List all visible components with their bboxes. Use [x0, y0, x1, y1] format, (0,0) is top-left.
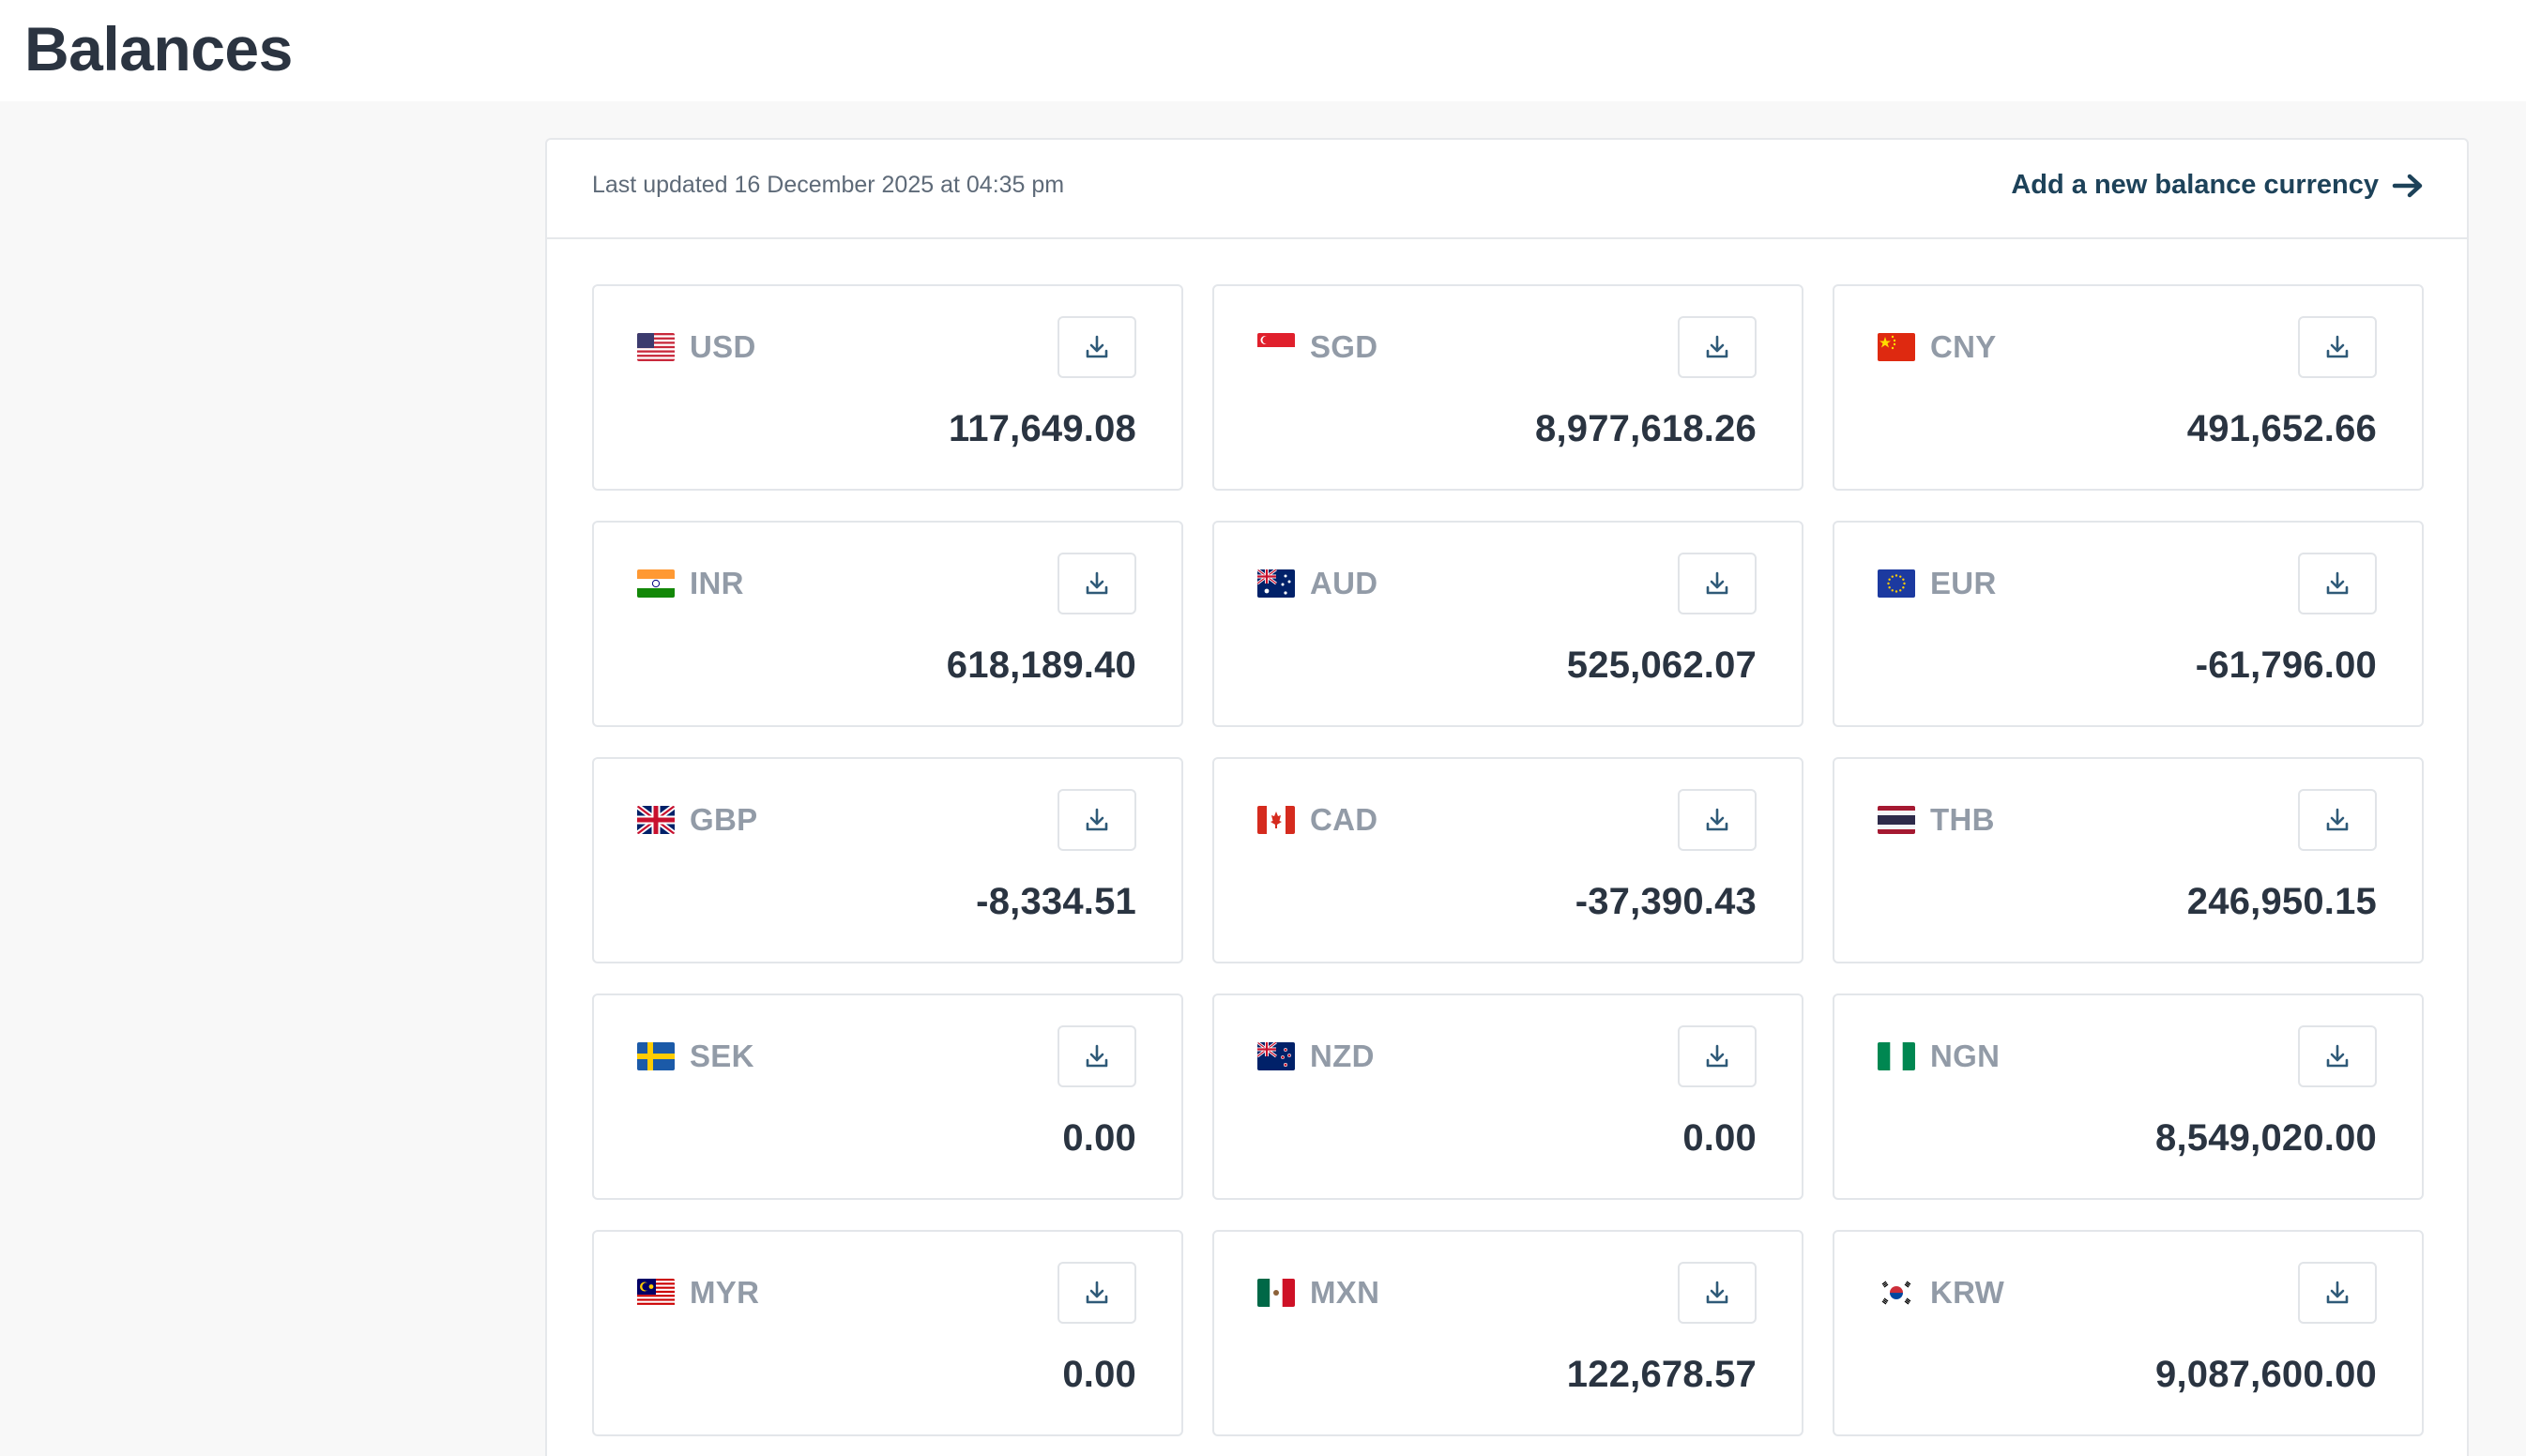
in-flag-icon	[637, 569, 675, 598]
download-icon	[1703, 333, 1731, 361]
download-icon	[1083, 806, 1111, 834]
download-statement-button[interactable]	[1678, 1262, 1757, 1324]
balance-card-mxn[interactable]: MXN 122,678.57	[1212, 1230, 1803, 1436]
currency-code: CNY	[1930, 329, 1997, 364]
download-statement-button[interactable]	[2298, 316, 2377, 378]
balance-amount: -61,796.00	[2195, 645, 2377, 686]
balance-amount: 491,652.66	[2186, 408, 2377, 449]
balance-amount: 0.00	[1682, 1117, 1757, 1159]
download-icon	[1083, 1042, 1111, 1070]
balance-amount: 0.00	[1062, 1117, 1136, 1159]
balance-card-gbp[interactable]: GBP -8,334.51	[592, 757, 1183, 963]
download-icon	[2323, 1042, 2351, 1070]
download-icon	[1703, 806, 1731, 834]
cn-flag-icon	[1878, 333, 1915, 361]
download-statement-button[interactable]	[1058, 553, 1136, 614]
currency-code: NGN	[1930, 1039, 2001, 1073]
arrow-right-icon	[2392, 174, 2423, 197]
currency-code: MXN	[1310, 1275, 1380, 1310]
balance-grid: USD 117,649.08 SGD 8,977,618.26 CNY 491,652.6…	[592, 284, 2424, 1436]
download-icon	[1083, 333, 1111, 361]
balance-card-nzd[interactable]: NZD 0.00	[1212, 993, 1803, 1200]
mx-flag-icon	[1257, 1279, 1295, 1307]
balance-amount: 117,649.08	[949, 408, 1136, 449]
download-icon	[2323, 569, 2351, 598]
currency-code: SEK	[690, 1039, 754, 1073]
last-updated-text: Last updated 16 December 2025 at 04:35 p…	[592, 172, 1065, 198]
download-statement-button[interactable]	[1058, 316, 1136, 378]
download-icon	[1703, 1279, 1731, 1307]
download-icon	[1083, 1279, 1111, 1307]
download-icon	[2323, 806, 2351, 834]
currency-code: CAD	[1310, 802, 1378, 837]
kr-flag-icon	[1878, 1279, 1915, 1307]
balance-card-usd[interactable]: USD 117,649.08	[592, 284, 1183, 491]
download-statement-button[interactable]	[2298, 1025, 2377, 1087]
balance-amount: 8,549,020.00	[2155, 1117, 2377, 1159]
my-flag-icon	[637, 1279, 675, 1307]
download-statement-button[interactable]	[2298, 1262, 2377, 1324]
balance-amount: -8,334.51	[976, 881, 1136, 922]
au-flag-icon	[1257, 569, 1295, 598]
currency-code: THB	[1930, 802, 1995, 837]
balance-amount: 8,977,618.26	[1535, 408, 1757, 449]
balance-amount: 0.00	[1062, 1354, 1136, 1395]
balance-amount: -37,390.43	[1575, 881, 1757, 922]
balance-amount: 618,189.40	[946, 645, 1136, 686]
currency-code: EUR	[1930, 566, 1997, 600]
balance-amount: 9,087,600.00	[2155, 1354, 2377, 1395]
gb-flag-icon	[637, 806, 675, 834]
download-icon	[2323, 333, 2351, 361]
page-title: Balances	[24, 14, 293, 83]
balance-card-cny[interactable]: CNY 491,652.66	[1833, 284, 2424, 491]
download-statement-button[interactable]	[1058, 1262, 1136, 1324]
th-flag-icon	[1878, 806, 1915, 834]
download-icon	[1083, 569, 1111, 598]
eu-flag-icon	[1878, 569, 1915, 598]
add-balance-currency-link[interactable]: Add a new balance currency	[2011, 170, 2426, 201]
currency-code: USD	[690, 329, 756, 364]
download-icon	[2323, 1279, 2351, 1307]
balance-amount: 525,062.07	[1566, 645, 1757, 686]
download-icon	[1703, 1042, 1731, 1070]
panel-header: Last updated 16 December 2025 at 04:35 p…	[547, 140, 2467, 239]
balance-card-myr[interactable]: MYR 0.00	[592, 1230, 1183, 1436]
balances-panel: Last updated 16 December 2025 at 04:35 p…	[545, 138, 2469, 1456]
download-icon	[1703, 569, 1731, 598]
ca-flag-icon	[1257, 806, 1295, 834]
currency-code: AUD	[1310, 566, 1378, 600]
balance-amount: 122,678.57	[1566, 1354, 1757, 1395]
download-statement-button[interactable]	[2298, 553, 2377, 614]
nz-flag-icon	[1257, 1042, 1295, 1070]
sg-flag-icon	[1257, 333, 1295, 361]
add-balance-currency-label: Add a new balance currency	[2011, 170, 2379, 200]
balance-card-cad[interactable]: CAD -37,390.43	[1212, 757, 1803, 963]
currency-code: MYR	[690, 1275, 760, 1310]
currency-code: SGD	[1310, 329, 1378, 364]
balance-amount: 246,950.15	[2186, 881, 2377, 922]
balance-card-eur[interactable]: EUR -61,796.00	[1833, 521, 2424, 727]
us-flag-icon	[637, 333, 675, 361]
balance-card-sek[interactable]: SEK 0.00	[592, 993, 1183, 1200]
balance-card-aud[interactable]: AUD 525,062.07	[1212, 521, 1803, 727]
balance-card-ngn[interactable]: NGN 8,549,020.00	[1833, 993, 2424, 1200]
balance-card-krw[interactable]: KRW 9,087,600.00	[1833, 1230, 2424, 1436]
download-statement-button[interactable]	[1058, 789, 1136, 851]
currency-code: GBP	[690, 802, 758, 837]
page-header: Balances	[0, 0, 2526, 101]
download-statement-button[interactable]	[1678, 316, 1757, 378]
download-statement-button[interactable]	[1678, 1025, 1757, 1087]
ng-flag-icon	[1878, 1042, 1915, 1070]
currency-code: KRW	[1930, 1275, 2005, 1310]
se-flag-icon	[637, 1042, 675, 1070]
balance-card-inr[interactable]: INR 618,189.40	[592, 521, 1183, 727]
currency-code: INR	[690, 566, 744, 600]
currency-code: NZD	[1310, 1039, 1375, 1073]
download-statement-button[interactable]	[1678, 789, 1757, 851]
download-statement-button[interactable]	[1678, 553, 1757, 614]
balance-card-sgd[interactable]: SGD 8,977,618.26	[1212, 284, 1803, 491]
download-statement-button[interactable]	[1058, 1025, 1136, 1087]
balance-card-thb[interactable]: THB 246,950.15	[1833, 757, 2424, 963]
download-statement-button[interactable]	[2298, 789, 2377, 851]
